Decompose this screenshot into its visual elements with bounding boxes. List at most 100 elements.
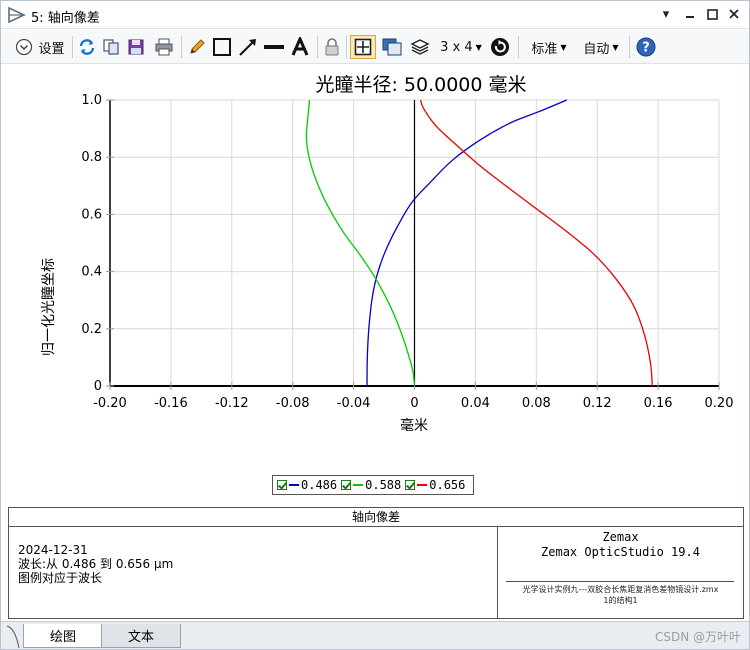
- auto-update-button[interactable]: [488, 35, 512, 59]
- standard-label: 标准: [531, 41, 558, 57]
- window-menu-icon[interactable]: ▾: [657, 5, 675, 23]
- chevron-down-circle-icon: [16, 38, 33, 56]
- copy-button[interactable]: [100, 35, 122, 59]
- save-icon: [128, 39, 144, 55]
- layers-icon: [410, 39, 430, 55]
- svg-text:?: ?: [642, 41, 650, 56]
- close-icon[interactable]: [725, 5, 743, 23]
- grid-toggle-button[interactable]: [350, 35, 376, 59]
- x-tick-label: 0.04: [461, 396, 490, 411]
- auto-dropdown[interactable]: 自动 ▼: [577, 35, 625, 59]
- caret-down-icon: ▼: [612, 42, 619, 52]
- toolbar-separator: [629, 36, 630, 58]
- x-tick-label: 0.12: [583, 396, 612, 411]
- legend: 0.486 0.588 0.656: [272, 475, 475, 495]
- brand-text: Zemax Zemax OpticStudio 19.4: [498, 530, 743, 560]
- file-divider: [506, 581, 734, 582]
- series-line-0.588: [305, 99, 416, 387]
- legend-line-swatch: [353, 484, 364, 486]
- plot-area: -0.20 -0.16 -0.12 -0.08 -0.04 0 0.04 0.08 0.12 0.…: [1, 65, 749, 505]
- toolbar-separator: [72, 36, 73, 58]
- plot-window: 5: 轴向像差 ▾ 设置 3 x 4 ▼ 标准 ▼ 自动 ▼ ? -0.20 -…: [0, 0, 750, 650]
- line-icon: [264, 45, 284, 49]
- help-button[interactable]: ?: [634, 35, 658, 59]
- toolbar: 设置 3 x 4 ▼ 标准 ▼ 自动 ▼ ?: [1, 30, 749, 64]
- legend-line-swatch: [417, 484, 428, 486]
- x-tick-label: 0.16: [644, 396, 673, 411]
- info-details: 2024-12-31 波长:从 0.486 到 0.656 µm 图例对应于波长: [18, 543, 173, 585]
- line-tool-button[interactable]: [262, 35, 286, 59]
- toolbar-separator: [518, 36, 519, 58]
- x-tick-label: -0.12: [215, 396, 249, 411]
- standard-dropdown[interactable]: 标准 ▼: [525, 35, 573, 59]
- y-tick-label: 0.6: [81, 207, 102, 222]
- legend-label: 0.656: [429, 478, 466, 492]
- x-tick-label: 0.08: [522, 396, 551, 411]
- arrow-tool-button[interactable]: [236, 35, 260, 59]
- x-tick-label: -0.16: [154, 396, 188, 411]
- help-icon: ?: [636, 37, 656, 57]
- tick-labels: -0.20 -0.16 -0.12 -0.08 -0.04 0 0.04 0.08 0.12 0.…: [81, 93, 733, 411]
- save-button[interactable]: [125, 35, 147, 59]
- legend-checkbox[interactable]: [277, 480, 287, 490]
- pencil-icon: [190, 39, 205, 54]
- title-bar: 5: 轴向像差 ▾: [1, 1, 749, 29]
- y-tick-label: 0: [94, 379, 102, 394]
- watermark: CSDN @万叶叶: [654, 630, 741, 644]
- settings-button[interactable]: 设置: [9, 35, 71, 59]
- brand-name: Zemax: [602, 530, 639, 544]
- y-tick-label: 0.2: [81, 322, 102, 337]
- x-tick-label: -0.08: [276, 396, 310, 411]
- window-layout-button[interactable]: [380, 35, 404, 59]
- printer-icon: [155, 38, 173, 56]
- file-config: 1的结构1: [603, 596, 638, 605]
- legend-item[interactable]: 0.656: [405, 478, 465, 492]
- text-icon: [291, 37, 309, 56]
- legend-checkbox[interactable]: [405, 480, 416, 490]
- crosshair-grid-icon: [354, 38, 372, 56]
- x-tick-label: 0: [410, 396, 418, 411]
- legend-label: 0.588: [365, 478, 402, 492]
- maximize-icon[interactable]: [703, 5, 721, 23]
- print-button[interactable]: [152, 35, 176, 59]
- pen-tool-button[interactable]: [186, 35, 208, 59]
- info-date: 2024-12-31: [18, 543, 88, 557]
- x-tick-label: -0.20: [93, 396, 127, 411]
- refresh-icon: [79, 39, 95, 55]
- info-brand-panel: Zemax Zemax OpticStudio 19.4 光学设计实例九---双…: [498, 527, 743, 618]
- info-box: 轴向像差 2024-12-31 波长:从 0.486 到 0.656 µm 图例…: [8, 507, 744, 619]
- y-tick-label: 0.4: [81, 265, 102, 280]
- y-tick-label: 0.8: [81, 150, 102, 165]
- lock-icon: [325, 38, 339, 56]
- file-name: 光学设计实例九---双胶合长焦距复消色差物镜设计.zmx: [522, 585, 719, 594]
- tab-plot[interactable]: 绘图: [23, 624, 103, 648]
- refresh-button[interactable]: [76, 35, 98, 59]
- text-tool-button[interactable]: [288, 35, 312, 59]
- toolbar-separator: [181, 36, 182, 58]
- layout-dropdown[interactable]: 3 x 4 ▼: [437, 35, 485, 59]
- legend-item[interactable]: 0.588: [341, 478, 401, 492]
- bottom-tab-bar: 绘图 文本 CSDN @万叶叶: [1, 621, 749, 649]
- series: [305, 99, 653, 387]
- file-info: 光学设计实例九---双胶合长焦距复消色差物镜设计.zmx 1的结构1: [498, 584, 743, 606]
- window-stack-icon: [382, 38, 402, 56]
- copy-icon: [103, 39, 119, 55]
- settings-label: 设置: [38, 41, 65, 57]
- window-title: 5: 轴向像差: [31, 11, 100, 26]
- legend-line-swatch: [289, 484, 299, 486]
- info-wavelength: 波长:从 0.486 到 0.656 µm: [18, 557, 174, 571]
- power-refresh-icon: [491, 38, 509, 56]
- toolbar-separator: [346, 36, 347, 58]
- lock-button[interactable]: [321, 35, 343, 59]
- minimize-icon[interactable]: [681, 5, 699, 23]
- stack-button[interactable]: [408, 35, 432, 59]
- chart-title: 光瞳半径: 50.0000 毫米: [315, 74, 526, 96]
- x-tick-label: 0.20: [705, 396, 734, 411]
- info-legend-note: 图例对应于波长: [18, 571, 103, 585]
- legend-checkbox[interactable]: [341, 480, 352, 490]
- x-axis-label: 毫米: [400, 417, 428, 434]
- rectangle-tool-button[interactable]: [210, 35, 234, 59]
- legend-item[interactable]: 0.486: [277, 478, 337, 492]
- y-axis-label: 归一化光瞳坐标: [40, 258, 57, 356]
- tab-text[interactable]: 文本: [101, 624, 181, 648]
